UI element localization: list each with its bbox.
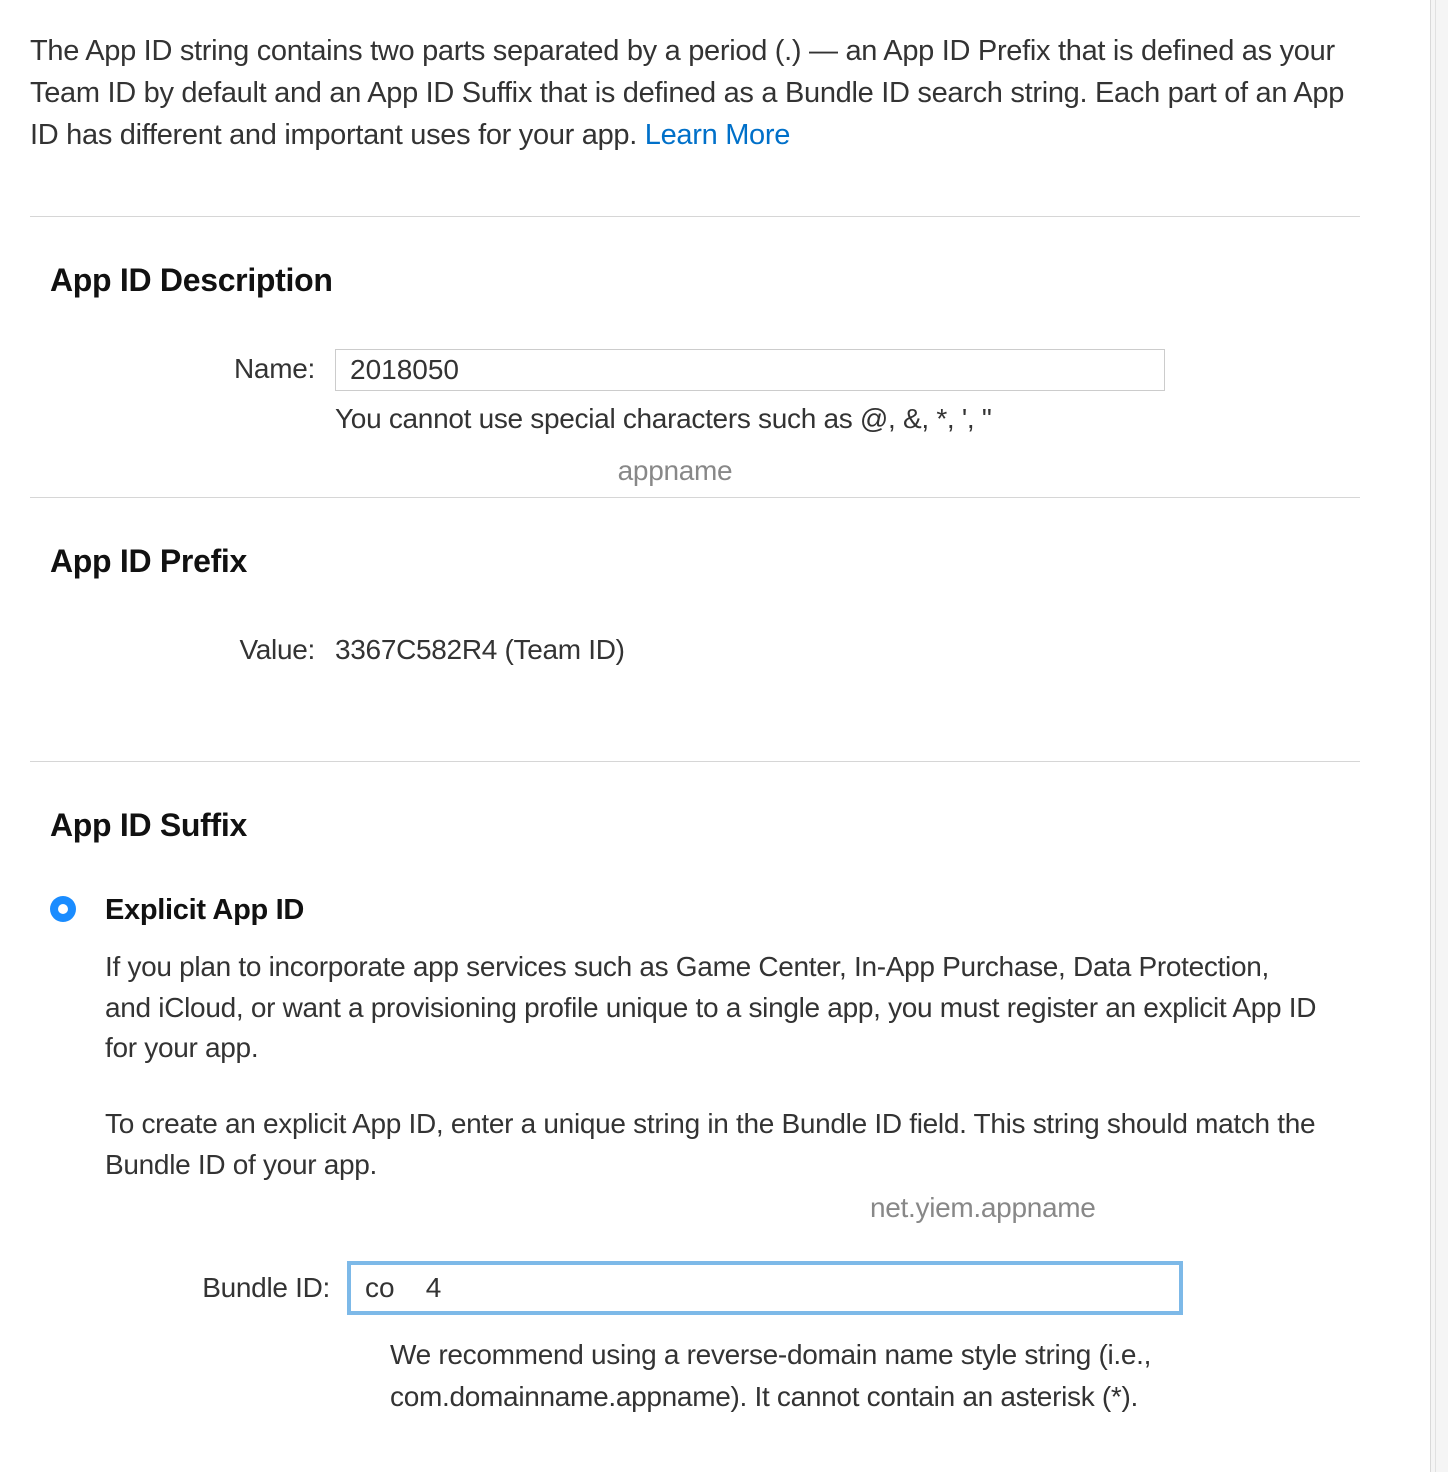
section-title-prefix: App ID Prefix: [50, 543, 1360, 580]
name-input[interactable]: [335, 349, 1165, 391]
appname-annotation: appname: [0, 455, 1360, 487]
explicit-desc-1: If you plan to incorporate app services …: [105, 947, 1360, 1069]
section-title-description: App ID Description: [50, 262, 1360, 299]
value-label: Value:: [50, 630, 335, 666]
name-hint: You cannot use special characters such a…: [335, 403, 1360, 435]
bundle-id-label: Bundle ID:: [105, 1272, 350, 1304]
learn-more-link[interactable]: Learn More: [645, 119, 790, 151]
intro-paragraph: The App ID string contains two parts sep…: [30, 30, 1360, 156]
section-app-id-suffix: App ID Suffix Explicit App ID If you pla…: [30, 761, 1360, 1438]
bundle-annotation: net.yiem.appname: [870, 1192, 1360, 1224]
section-app-id-description: App ID Description Name: You cannot use …: [30, 216, 1360, 497]
explicit-app-id-title: Explicit App ID: [105, 894, 1360, 927]
name-label: Name:: [50, 349, 335, 385]
radio-dot-icon: [58, 904, 68, 914]
prefix-value: 3367C582R4 (Team ID): [335, 630, 1360, 666]
bundle-id-hint: We recommend using a reverse-domain name…: [390, 1334, 1360, 1418]
explicit-app-id-radio[interactable]: [50, 896, 76, 922]
scrollbar-track[interactable]: [1430, 0, 1448, 1472]
section-app-id-prefix: App ID Prefix Value: 3367C582R4 (Team ID…: [30, 497, 1360, 761]
bundle-id-input[interactable]: [350, 1264, 1180, 1312]
section-title-suffix: App ID Suffix: [50, 807, 1360, 844]
explicit-desc-2: To create an explicit App ID, enter a un…: [105, 1104, 1360, 1185]
